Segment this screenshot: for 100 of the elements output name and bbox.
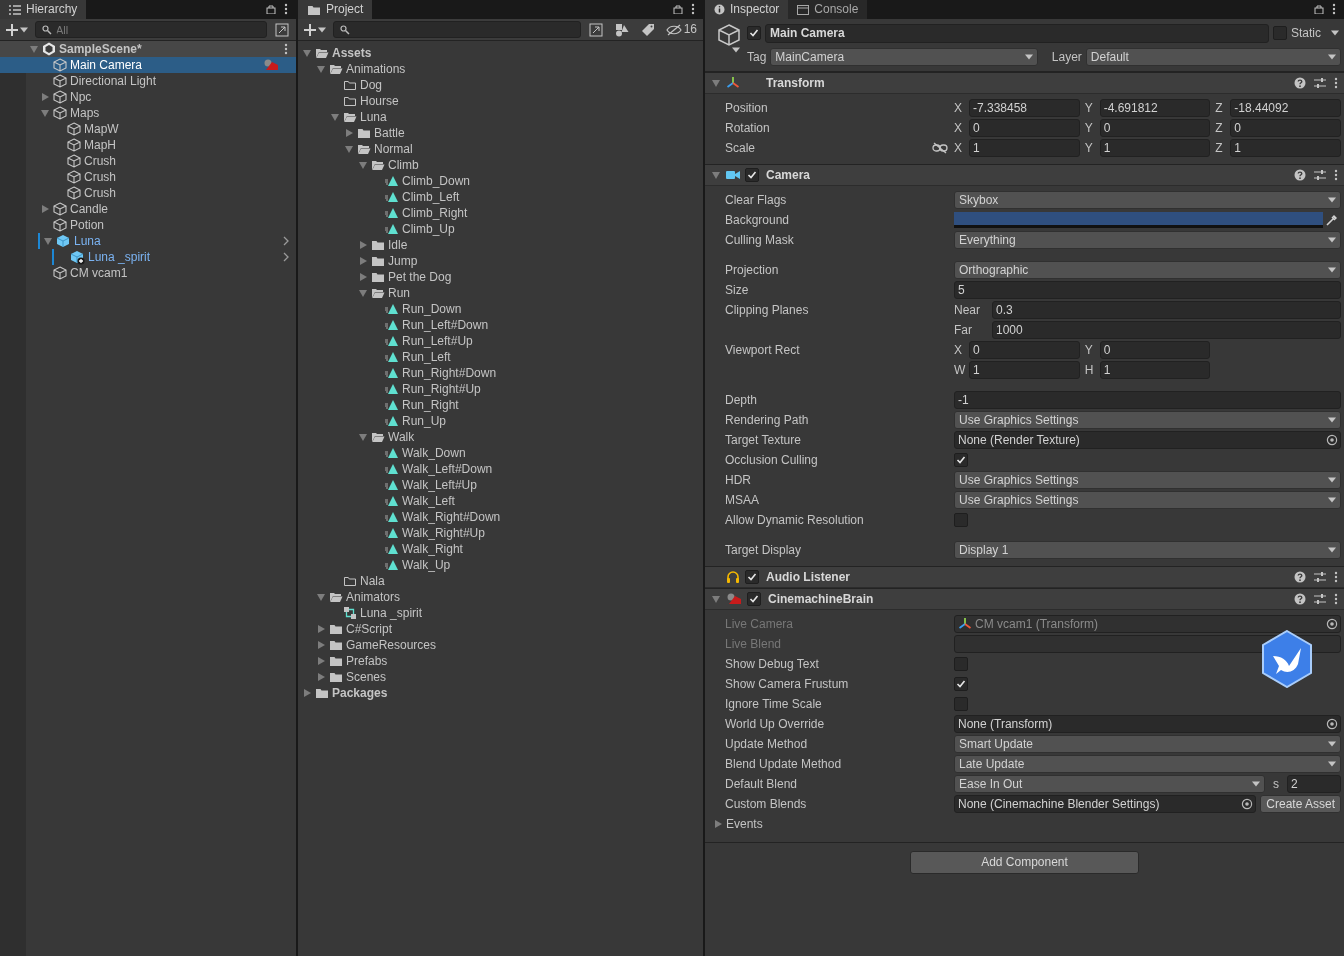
hierarchy-item[interactable]: CM vcam1 [70,265,296,281]
asset-item[interactable]: Run [388,285,410,301]
asset-item[interactable]: Climb_Right [402,205,468,221]
preset-icon[interactable] [1314,169,1326,181]
hierarchy-item[interactable]: Main Camera [70,57,260,73]
expand-arrow-icon[interactable] [317,657,325,665]
more-icon[interactable] [1334,571,1338,583]
input-field[interactable]: -4.691812 [1099,99,1211,117]
object-field[interactable]: None (Cinemachine Blender Settings) [954,795,1257,813]
input-field[interactable]: 5 [954,281,1341,299]
asset-item[interactable]: Luna _spirit [360,605,423,621]
collapse-arrow-icon[interactable] [712,79,720,87]
asset-item[interactable]: Walk_Up [402,557,451,573]
asset-item[interactable]: Idle [388,237,408,253]
asset-item[interactable]: Animations [346,61,406,77]
dropdown[interactable]: Late Update [954,755,1341,773]
collapse-arrow-icon[interactable] [44,237,52,245]
input-field[interactable]: 1 [1099,361,1211,379]
asset-item[interactable]: Packages [332,685,388,701]
more-icon[interactable] [1334,593,1338,605]
asset-item[interactable]: Walk_Right#Down [402,509,501,525]
hierarchy-item[interactable]: Npc [70,89,296,105]
collapse-arrow-icon[interactable] [41,109,49,117]
hierarchy-item[interactable]: Luna _spirit [88,249,279,265]
collapse-arrow-icon[interactable] [359,433,367,441]
object-picker-icon[interactable] [1326,718,1338,730]
collapse-arrow-icon[interactable] [317,65,325,73]
expand-arrow-icon[interactable] [714,820,722,828]
input-field[interactable]: 0 [1230,119,1341,137]
collapse-arrow-icon[interactable] [317,593,325,601]
more-icon[interactable] [284,3,288,15]
foldout-label[interactable]: Events [726,816,763,832]
object-picker-icon[interactable] [1241,798,1254,810]
asset-item[interactable]: Walk_Down [402,445,466,461]
asset-item[interactable]: Run_Right#Down [402,365,497,381]
hidden-eye-icon[interactable] [665,23,682,36]
color-swatch[interactable] [954,212,1323,228]
checkbox[interactable] [954,453,968,467]
asset-item[interactable]: Walk [388,429,415,445]
hierarchy-item[interactable]: Maps [70,105,296,121]
help-icon[interactable] [1294,571,1306,583]
help-icon[interactable] [1294,169,1306,181]
hidden-packages-button[interactable]: 16 [662,19,700,40]
dropdown[interactable]: Skybox [954,191,1341,209]
asset-item[interactable]: Climb_Up [402,221,455,237]
active-checkbox[interactable] [747,26,761,40]
hierarchy-item[interactable]: Crush [84,169,296,185]
asset-item[interactable]: Animators [346,589,401,605]
asset-item[interactable]: Nala [360,573,385,589]
asset-item[interactable]: Jump [388,253,418,269]
object-field[interactable]: None (Transform) [954,715,1341,733]
collapse-arrow-icon[interactable] [712,595,720,603]
collapse-arrow-icon[interactable] [712,171,720,179]
object-picker-icon[interactable] [1326,434,1338,446]
hierarchy-item[interactable]: MapW [84,121,296,137]
hierarchy-item[interactable]: MapH [84,137,296,153]
asset-item[interactable]: Climb_Left [402,189,460,205]
panel-tab[interactable]: Inspector [705,0,789,19]
asset-item[interactable]: Walk_Right#Up [402,525,485,541]
input-field[interactable]: 0.3 [992,301,1341,319]
layer-dropdown[interactable]: Default [1085,48,1341,66]
expand-arrow-icon[interactable] [317,673,325,681]
asset-item[interactable]: Hourse [360,93,399,109]
asset-item[interactable]: Scenes [346,669,387,685]
object-field[interactable]: None (Render Texture) [954,431,1341,449]
input-field[interactable]: -18.44092 [1230,99,1341,117]
panel-tab[interactable]: Hierarchy [0,0,87,19]
asset-item[interactable]: Luna [360,109,387,125]
asset-item[interactable]: Climb_Down [402,173,471,189]
preset-icon[interactable] [1314,571,1326,583]
hierarchy-item[interactable]: Crush [84,153,296,169]
dropdown[interactable]: Use Graphics Settings [954,471,1341,489]
collapse-arrow-icon[interactable] [359,289,367,297]
static-checkbox[interactable] [1273,26,1287,40]
input-field[interactable]: 1 [969,139,1080,157]
lock-icon[interactable] [1314,4,1324,14]
asset-item[interactable]: GameResources [346,637,437,653]
asset-item[interactable]: Walk_Right [402,541,463,557]
help-icon[interactable] [1294,77,1306,89]
dropdown[interactable]: Ease In Out [954,775,1265,793]
create-asset-button[interactable]: Create Asset [1260,795,1341,813]
input-field[interactable]: 1 [1230,139,1341,157]
panel-tab[interactable]: Project [298,0,373,19]
asset-item[interactable]: Walk_Left#Up [402,477,477,493]
expand-arrow-icon[interactable] [317,625,325,633]
more-icon[interactable] [1334,77,1338,89]
more-icon[interactable] [284,43,288,55]
expand-arrow-icon[interactable] [359,241,367,249]
more-icon[interactable] [691,3,695,15]
asset-item[interactable]: C#Script [346,621,392,637]
asset-item[interactable]: Run_Right [402,397,459,413]
asset-item[interactable]: Run_Down [402,301,462,317]
object-picker-icon[interactable] [1326,618,1338,630]
hierarchy-item[interactable]: Directional Light [70,73,296,89]
asset-item[interactable]: Run_Left [402,349,451,365]
expand-arrow-icon[interactable] [303,689,311,697]
collapse-arrow-icon[interactable] [331,113,339,121]
more-icon[interactable] [1332,3,1336,15]
collapse-arrow-icon[interactable] [359,161,367,169]
expand-arrow-icon[interactable] [359,273,367,281]
